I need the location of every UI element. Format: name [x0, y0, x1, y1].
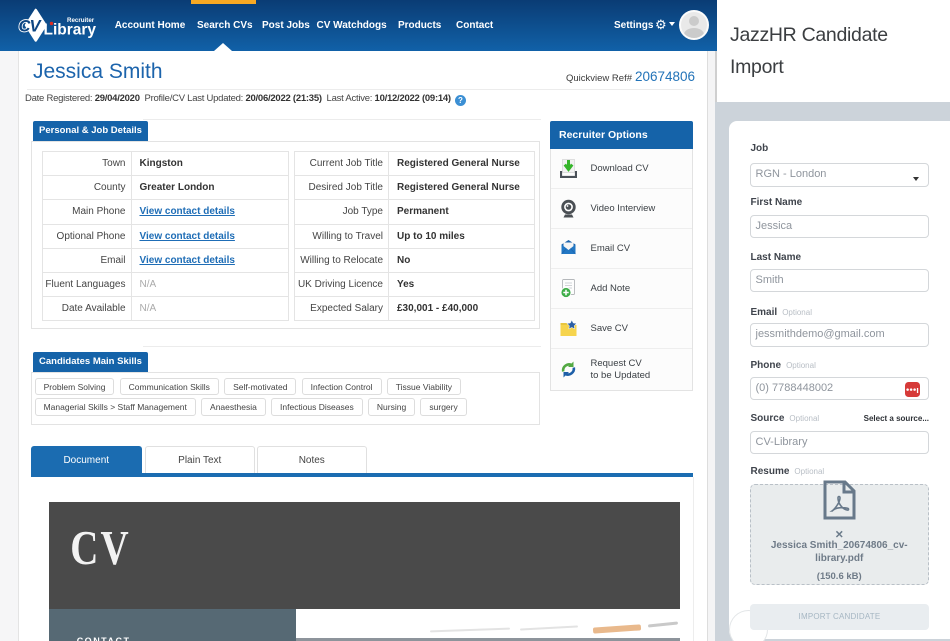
- svg-text:Recruiter: Recruiter: [67, 17, 95, 24]
